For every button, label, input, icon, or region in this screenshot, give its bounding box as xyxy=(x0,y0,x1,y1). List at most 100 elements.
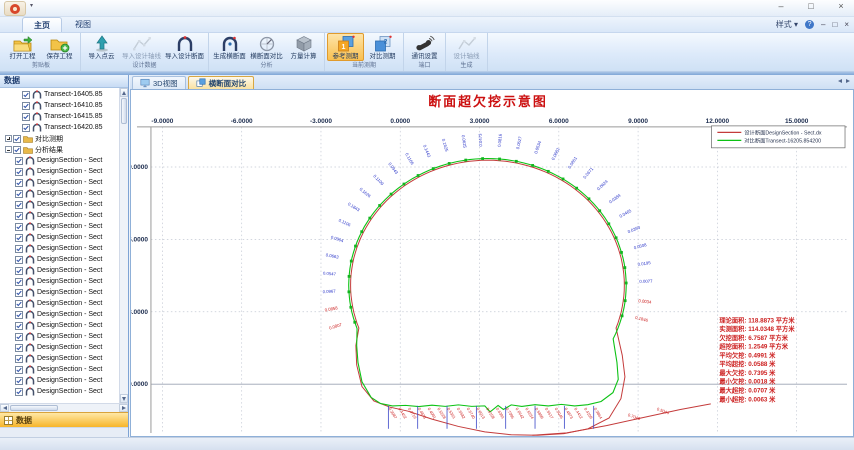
tree-checkbox[interactable] xyxy=(15,344,23,352)
ribbon-button-save-project[interactable]: 保存工程 xyxy=(41,33,78,61)
tree-item-design-section[interactable]: DesignSection - Sect xyxy=(0,166,128,177)
document-close-button[interactable]: × xyxy=(844,20,849,29)
tree-horizontal-scrollbar[interactable] xyxy=(0,403,128,412)
scroll-left-button[interactable] xyxy=(0,404,9,412)
ribbon-button-label: 导入设计轴线 xyxy=(122,53,161,60)
tree-item-transect[interactable]: Transect-16415.85 xyxy=(0,111,128,122)
tree-checkbox[interactable] xyxy=(15,355,23,363)
tree-checkbox[interactable] xyxy=(22,124,30,132)
tree-item-design-section[interactable]: DesignSection - Sect xyxy=(0,375,128,386)
tree-expander-icon[interactable] xyxy=(5,146,12,153)
tree-item-design-section[interactable]: DesignSection - Sect xyxy=(0,309,128,320)
tree-checkbox[interactable] xyxy=(15,234,23,242)
ribbon-button-compare-section[interactable]: 横断面对比 xyxy=(248,33,285,61)
tree-vertical-scrollbar[interactable] xyxy=(119,88,128,403)
style-menu-button[interactable]: 样式 ▾ xyxy=(776,19,798,30)
tree-checkbox[interactable] xyxy=(15,322,23,330)
scroll-thumb[interactable] xyxy=(121,98,127,124)
tree-item-design-section[interactable]: DesignSection - Sect xyxy=(0,331,128,342)
tree-checkbox[interactable] xyxy=(22,91,30,99)
ribbon-button-comm-settings[interactable]: 通讯设置 xyxy=(406,33,443,61)
measure-point-marker xyxy=(360,230,363,233)
app-logo-icon[interactable] xyxy=(4,1,26,16)
tree-item-design-section[interactable]: DesignSection - Sect xyxy=(0,320,128,331)
tree-item-design-section[interactable]: DesignSection - Sect xyxy=(0,364,128,375)
tab-scroll-left-icon[interactable] xyxy=(838,79,842,83)
scroll-thumb[interactable] xyxy=(10,405,58,411)
cross-section-chart[interactable]: -9.0000-6.0000-3.00000.00003.00006.00009… xyxy=(130,90,854,437)
tab-scroll-right-icon[interactable] xyxy=(846,79,850,83)
tree-checkbox[interactable] xyxy=(15,223,23,231)
tree-checkbox[interactable] xyxy=(15,377,23,385)
ribbon-tab-view[interactable]: 视图 xyxy=(64,17,102,32)
tree-checkbox[interactable] xyxy=(13,135,21,143)
tree-checkbox[interactable] xyxy=(15,366,23,374)
scroll-right-button[interactable] xyxy=(119,404,128,412)
ribbon-tab-home[interactable]: 主页 xyxy=(22,17,62,32)
window-maximize-button[interactable]: □ xyxy=(804,1,818,11)
ribbon-button-import-section[interactable]: 导入设计断面 xyxy=(163,33,206,61)
floor-deviation-label: 0.5582 xyxy=(456,407,467,420)
ribbon-button-open-project[interactable]: 打开工程 xyxy=(4,33,41,61)
tree-checkbox[interactable] xyxy=(15,333,23,341)
tree-checkbox[interactable] xyxy=(15,278,23,286)
tree-checkbox[interactable] xyxy=(15,388,23,396)
tree-item-design-section[interactable]: DesignSection - Sect xyxy=(0,188,128,199)
tree-checkbox[interactable] xyxy=(15,201,23,209)
tree-checkbox[interactable] xyxy=(22,113,30,121)
ribbon-button-label: 生成横断面 xyxy=(213,53,246,60)
tunnel-icon xyxy=(25,189,35,198)
data-panel-bottom-button[interactable]: 数据 xyxy=(0,412,128,427)
ribbon-button-generate-section[interactable]: 生成横断面 xyxy=(211,33,248,61)
tree-item-transect[interactable]: Transect-16405.85 xyxy=(0,89,128,100)
tree-item-design-section[interactable]: DesignSection - Sect xyxy=(0,221,128,232)
tree-item-design-section[interactable]: DesignSection - Sect xyxy=(0,199,128,210)
tree-item-transect[interactable]: Transect-16410.85 xyxy=(0,100,128,111)
tree-checkbox[interactable] xyxy=(15,190,23,198)
tree-checkbox[interactable] xyxy=(15,311,23,319)
tree-checkbox[interactable] xyxy=(15,245,23,253)
document-minimize-button[interactable]: – xyxy=(821,20,825,29)
tree-item-transect[interactable]: Transect-16420.85 xyxy=(0,122,128,133)
tree-checkbox[interactable] xyxy=(15,267,23,275)
tree-checkbox[interactable] xyxy=(15,289,23,297)
tree-checkbox[interactable] xyxy=(15,212,23,220)
tree-checkbox[interactable] xyxy=(15,256,23,264)
scroll-down-button[interactable] xyxy=(120,394,128,403)
document-restore-button[interactable]: □ xyxy=(832,20,837,29)
data-panel-header[interactable]: 数据 xyxy=(0,75,128,88)
document-tab-section-compare[interactable]: 横断面对比 xyxy=(188,76,255,89)
tree-item-analysis-results-folder[interactable]: 分析结果 xyxy=(0,144,128,155)
tree-item-design-section[interactable]: DesignSection - Sect xyxy=(0,254,128,265)
scroll-up-button[interactable] xyxy=(120,88,128,97)
ribbon-button-reference-survey[interactable]: 1参考测期 xyxy=(327,33,364,61)
ribbon-button-volume-calc[interactable]: 方量计算 xyxy=(285,33,322,61)
quick-access-caret-icon[interactable]: ▾ xyxy=(30,2,33,9)
tree-checkbox[interactable] xyxy=(13,146,21,154)
tree-item-design-section[interactable]: DesignSection - Sect xyxy=(0,342,128,353)
help-icon[interactable]: ? xyxy=(805,20,814,29)
tree-item-design-section[interactable]: DesignSection - Sect xyxy=(0,265,128,276)
ribbon-button-compare-survey[interactable]: 2对比测期 xyxy=(364,33,401,61)
tree-item-design-section[interactable]: DesignSection - Sect xyxy=(0,386,128,397)
tree-item-design-section[interactable]: DesignSection - Sect xyxy=(0,298,128,309)
tree-checkbox[interactable] xyxy=(22,102,30,110)
tree-expander-icon[interactable] xyxy=(5,135,12,142)
document-tab-3d-view[interactable]: 3D视图 xyxy=(132,76,186,89)
tree-item-design-section[interactable]: DesignSection - Sect xyxy=(0,177,128,188)
tree-item-design-section[interactable]: DesignSection - Sect xyxy=(0,287,128,298)
tree-item-design-section[interactable]: DesignSection - Sect xyxy=(0,353,128,364)
tree-checkbox[interactable] xyxy=(15,168,23,176)
window-close-button[interactable]: × xyxy=(834,1,848,11)
tree-item-design-section[interactable]: DesignSection - Sect xyxy=(0,155,128,166)
tree-item-design-section[interactable]: DesignSection - Sect xyxy=(0,210,128,221)
tree-checkbox[interactable] xyxy=(15,179,23,187)
tree-item-design-section[interactable]: DesignSection - Sect xyxy=(0,276,128,287)
tree-item-design-section[interactable]: DesignSection - Sect xyxy=(0,232,128,243)
tree-item-compare-period-folder[interactable]: 对比测期 xyxy=(0,133,128,144)
ribbon-button-import-pointcloud[interactable]: 导入点云 xyxy=(83,33,120,61)
tree-checkbox[interactable] xyxy=(15,157,23,165)
tree-checkbox[interactable] xyxy=(15,300,23,308)
tree-item-design-section[interactable]: DesignSection - Sect xyxy=(0,243,128,254)
window-minimize-button[interactable]: – xyxy=(774,1,788,11)
